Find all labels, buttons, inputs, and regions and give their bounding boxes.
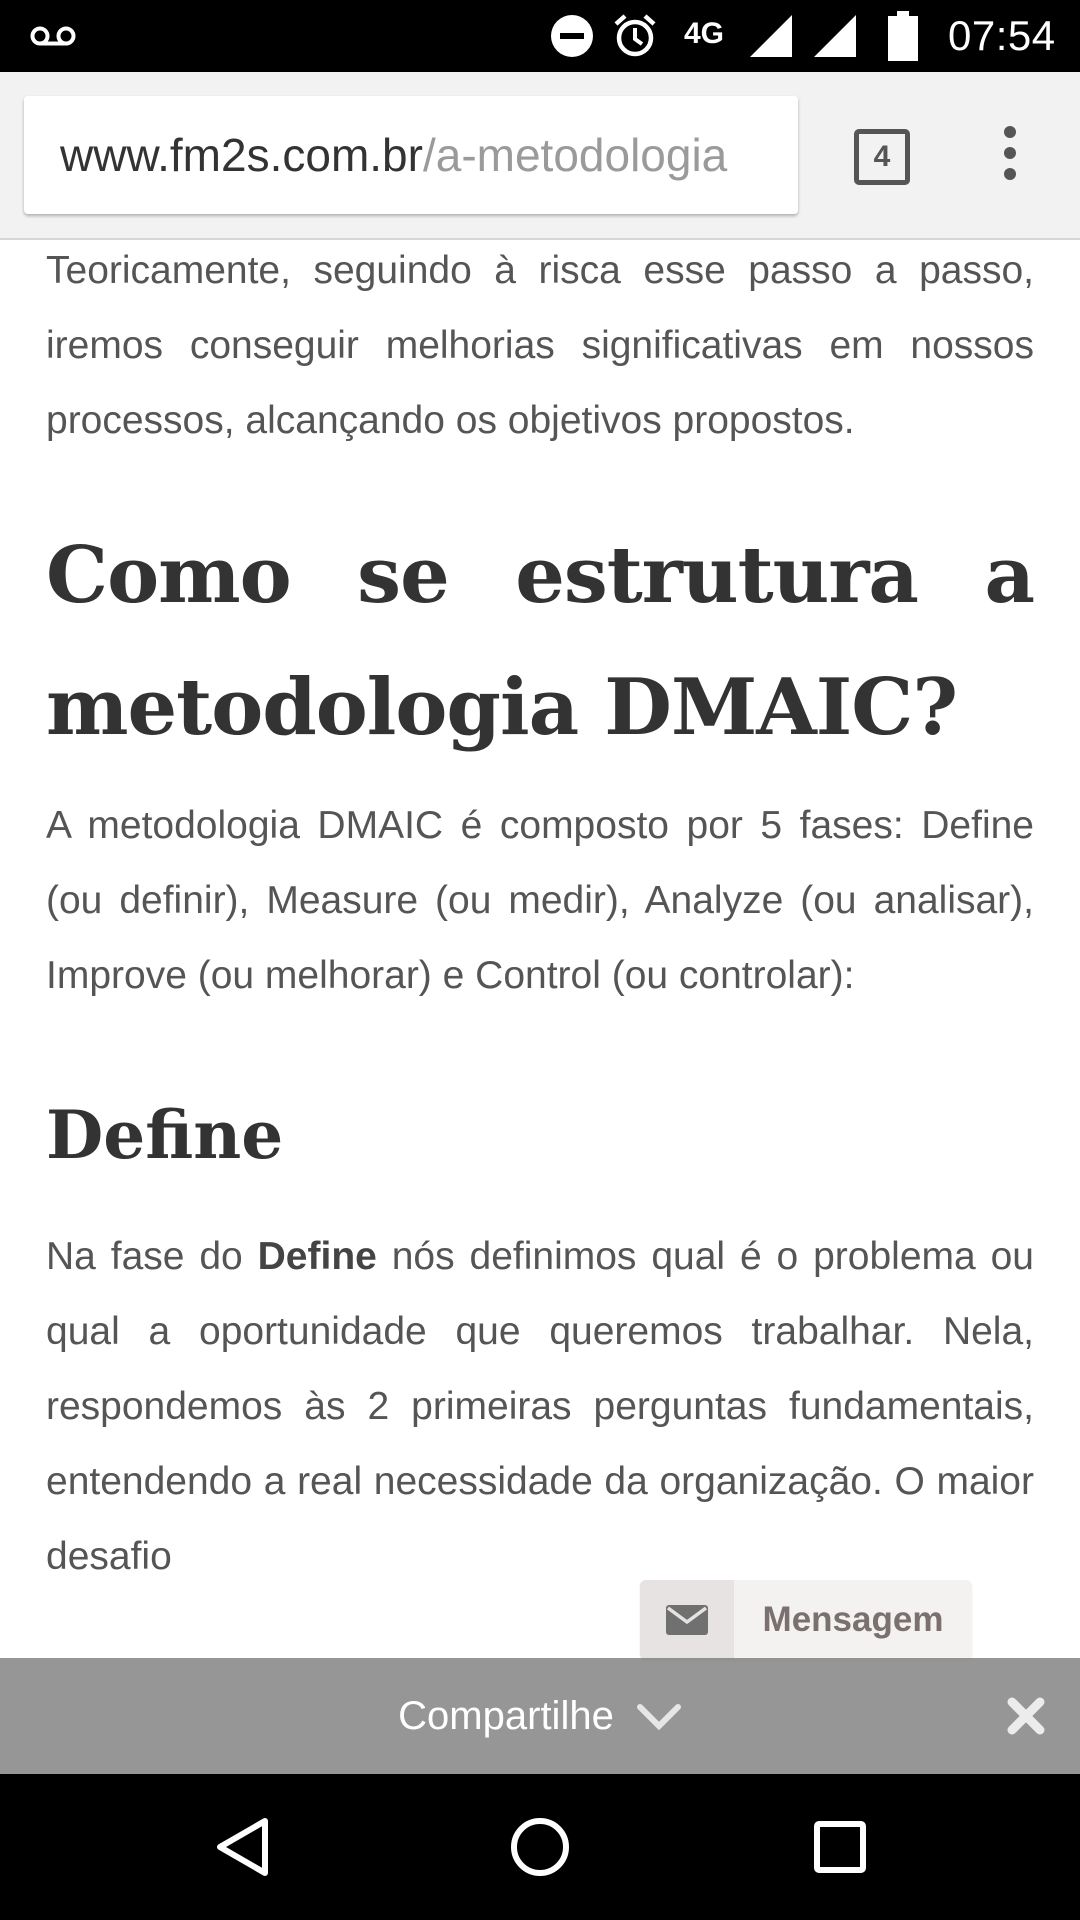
define-paragraph: Na fase do Define nós definimos qual é o… <box>46 1219 1034 1594</box>
chevron-down-icon <box>636 1701 682 1736</box>
message-button[interactable]: Mensagem <box>640 1580 972 1660</box>
voicemail-icon <box>30 0 76 72</box>
message-label: Mensagem <box>762 1600 944 1639</box>
envelope-icon <box>640 1580 734 1660</box>
tab-switcher-button[interactable]: 4 <box>854 129 910 185</box>
clock: 07:54 <box>948 12 1056 59</box>
signal-icon <box>812 0 858 72</box>
do-not-disturb-icon <box>550 0 594 72</box>
share-bar: Compartilhe <box>0 1658 1080 1774</box>
recents-icon[interactable] <box>780 1774 900 1920</box>
overflow-menu-icon[interactable] <box>990 122 1030 192</box>
url-host: www.fm2s.com.br <box>60 129 423 181</box>
browser-toolbar: www.fm2s.com.br/a-metodologia 4 <box>0 72 1080 240</box>
article-content: Teoricamente, seguindo à risca esse pass… <box>46 240 1035 1594</box>
battery-icon <box>888 0 918 72</box>
share-label: Compartilhe <box>398 1693 614 1738</box>
define-paragraph-suffix: nós definimos qual é o problema ou qual … <box>46 1235 1034 1578</box>
define-paragraph-bold: Define <box>257 1235 377 1278</box>
phases-paragraph: A metodologia DMAIC é composto por 5 fas… <box>46 804 1034 997</box>
share-toggle[interactable]: Compartilhe <box>0 1658 1080 1774</box>
navigation-bar <box>0 1774 1080 1920</box>
network-type-label: 4G <box>684 17 725 50</box>
close-icon[interactable] <box>1006 1696 1046 1741</box>
address-bar[interactable]: www.fm2s.com.br/a-metodologia <box>24 96 798 214</box>
home-icon[interactable] <box>480 1774 600 1920</box>
section-heading: Como se estrutura a metodologia DMAIC? <box>46 530 1035 753</box>
status-bar: 4G 07:54 <box>0 0 1080 72</box>
back-icon[interactable] <box>182 1774 302 1920</box>
url-fade <box>758 96 798 214</box>
alarm-icon <box>612 0 658 72</box>
url-path: /a-metodologia <box>422 129 728 181</box>
signal-icon <box>748 0 794 72</box>
intro-paragraph: Teoricamente, seguindo à risca esse pass… <box>46 249 1034 442</box>
define-heading: Define <box>46 1096 284 1174</box>
define-paragraph-prefix: Na fase do <box>46 1235 258 1278</box>
